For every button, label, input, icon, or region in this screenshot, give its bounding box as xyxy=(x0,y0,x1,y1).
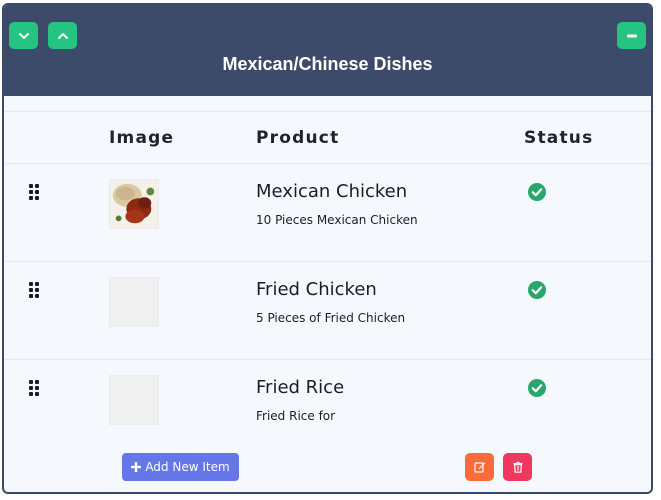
chevron-down-icon xyxy=(18,32,29,39)
minus-icon xyxy=(626,34,637,37)
add-new-item-button[interactable]: Add New Item xyxy=(122,453,239,481)
product-description: 10 Pieces Mexican Chicken xyxy=(256,213,418,227)
product-image xyxy=(109,179,159,229)
column-header-product: Product xyxy=(256,128,340,148)
product-description: Fried Rice for xyxy=(256,409,336,423)
table-row: Fried Chicken 5 Pieces of Fried Chicken xyxy=(4,262,651,360)
chevron-up-icon xyxy=(57,32,68,39)
drag-handle-icon[interactable] xyxy=(29,184,41,200)
trash-icon xyxy=(513,461,522,473)
column-header-image: Image xyxy=(109,128,175,148)
divider xyxy=(4,111,651,112)
food-photo-icon xyxy=(110,180,158,228)
product-image-placeholder xyxy=(109,375,159,425)
collapse-button[interactable] xyxy=(48,22,77,49)
minimize-button[interactable] xyxy=(617,22,646,49)
product-image-placeholder xyxy=(109,277,159,327)
items-table: Image Product Status Mexican Chicken 10 … xyxy=(4,96,651,492)
drag-handle-icon[interactable] xyxy=(29,282,41,298)
plus-icon xyxy=(131,462,142,472)
panel-header: Mexican/Chinese Dishes xyxy=(4,5,651,96)
menu-category-panel: Mexican/Chinese Dishes Image Product Sta… xyxy=(2,3,653,494)
check-circle-icon[interactable] xyxy=(528,379,546,397)
check-circle-icon[interactable] xyxy=(528,183,546,201)
delete-button[interactable] xyxy=(503,453,532,481)
table-row: Fried Rice Fried Rice for xyxy=(4,360,651,458)
edit-button[interactable] xyxy=(465,453,494,481)
check-circle-icon[interactable] xyxy=(528,281,546,299)
product-name: Fried Chicken xyxy=(256,279,377,300)
expand-button[interactable] xyxy=(9,22,38,49)
drag-handle-icon[interactable] xyxy=(29,380,41,396)
product-description: 5 Pieces of Fried Chicken xyxy=(256,311,406,325)
product-name: Fried Rice xyxy=(256,377,345,398)
column-header-status: Status xyxy=(524,128,594,148)
product-name: Mexican Chicken xyxy=(256,181,408,202)
table-row: Mexican Chicken 10 Pieces Mexican Chicke… xyxy=(4,164,651,262)
edit-icon xyxy=(473,462,485,473)
add-new-item-label: Add New Item xyxy=(145,460,230,474)
panel-title: Mexican/Chinese Dishes xyxy=(222,54,433,74)
